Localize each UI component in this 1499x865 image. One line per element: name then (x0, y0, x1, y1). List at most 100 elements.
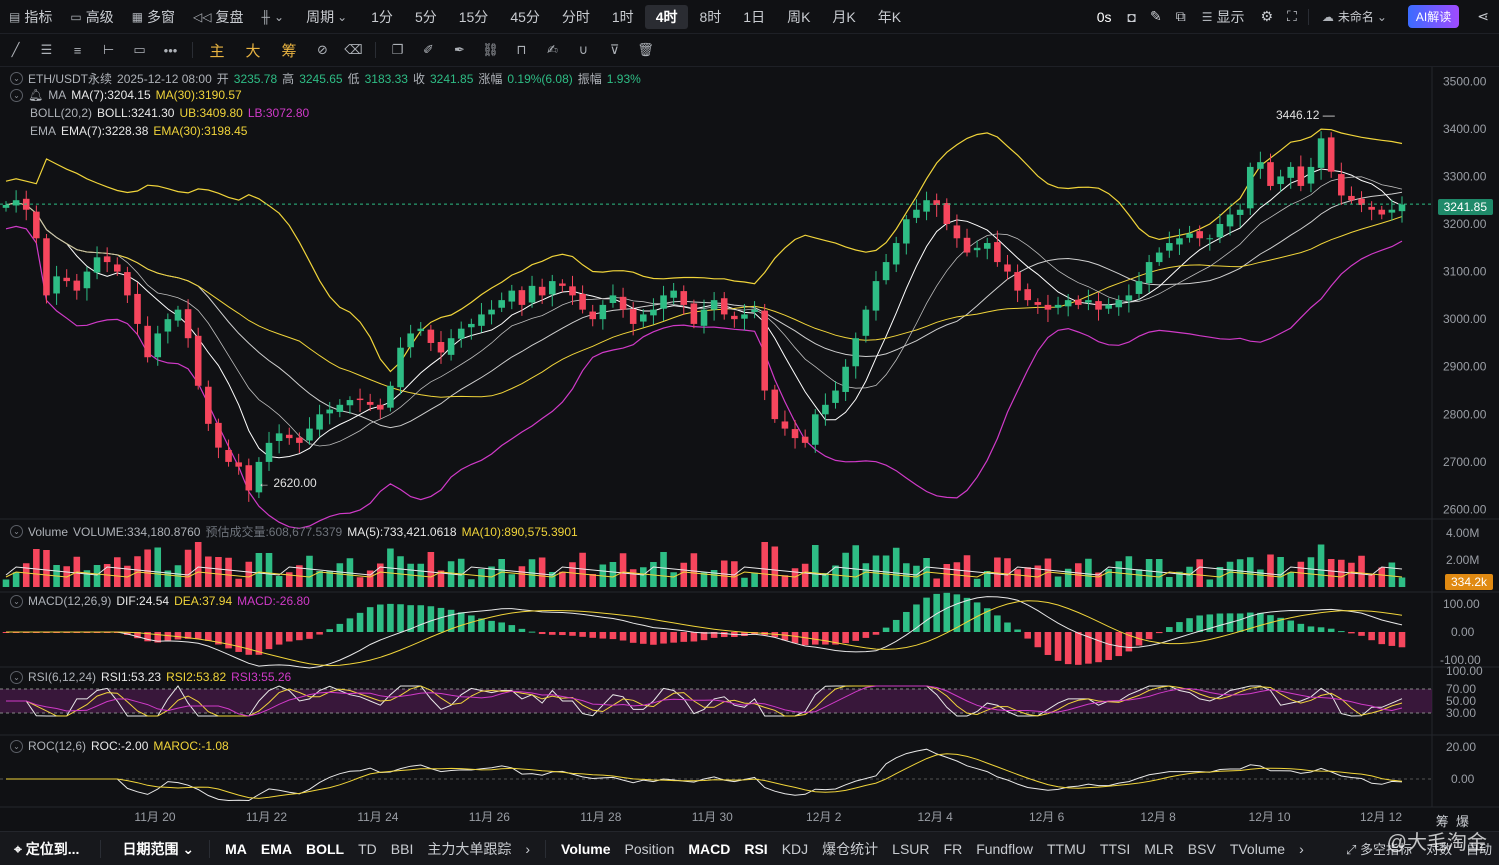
macd-histogram-bar (508, 625, 516, 632)
main-indicator-1[interactable]: EMA (254, 841, 299, 857)
sub-indicator-13[interactable]: TVolume (1223, 841, 1292, 857)
volume-bar (579, 552, 586, 587)
candle-body (761, 310, 768, 391)
highlighter-icon[interactable]: ✒ (444, 34, 475, 67)
sub-indicator-4[interactable]: KDJ (775, 841, 815, 857)
sub-indicator-2[interactable]: MACD (681, 841, 737, 857)
period-4[interactable]: 分时 (551, 5, 601, 29)
candle-body (316, 414, 323, 430)
sub-indicator-5[interactable]: 爆仓统计 (815, 839, 885, 859)
period-10[interactable]: 月K (821, 5, 866, 29)
copy-icon[interactable]: ❐ (382, 34, 413, 67)
period-11[interactable]: 年K (867, 5, 912, 29)
replay-button[interactable]: ◁◁ 复盘 (184, 0, 252, 34)
volume-bar (154, 547, 162, 587)
brush-icon[interactable]: ✐ (413, 34, 444, 67)
window-icon[interactable]: ⧉ (1169, 0, 1193, 34)
candle-body (943, 203, 951, 225)
sub-indicator-8[interactable]: Fundflow (969, 841, 1040, 857)
period-8[interactable]: 1日 (732, 5, 776, 29)
sub-indicator-6[interactable]: LSUR (885, 841, 936, 857)
chart-type-button[interactable]: ╫ ⌄ (253, 0, 298, 34)
link-icon[interactable]: ⛓ (475, 34, 506, 67)
period-0[interactable]: 1分 (360, 5, 404, 29)
display-button[interactable]: ☰ 显示 (1193, 0, 1254, 34)
candle-body (1317, 138, 1325, 168)
sub-indicator-0[interactable]: Volume (554, 841, 618, 857)
magnet-icon[interactable]: ∪ (568, 34, 599, 67)
trend-line-icon[interactable]: ╱ (0, 34, 31, 67)
pencil-icon[interactable]: ✎ (1143, 0, 1169, 34)
lock-icon[interactable]: ⊓ (506, 34, 537, 67)
layout-name-dropdown[interactable]: ☁ 未命名 ⌄ (1313, 0, 1400, 34)
collapse-icon[interactable]: ⌄ (10, 525, 23, 538)
ai-button[interactable]: AI解读 (1407, 5, 1460, 28)
main-indicator-5[interactable]: 主力大单跟踪 (420, 839, 518, 859)
main-indicator-0[interactable]: MA (218, 841, 254, 857)
sub-indicator-9[interactable]: TTMU (1040, 841, 1093, 857)
rectangle-icon[interactable]: ▭ (124, 34, 155, 67)
sub-indicator-11[interactable]: MLR (1137, 841, 1181, 857)
period-1[interactable]: 5分 (404, 5, 448, 29)
macd-histogram-bar (427, 606, 435, 632)
big-order-tool[interactable]: 大 (235, 34, 271, 67)
locate-to-button[interactable]: ⌖ 定位到... (0, 839, 86, 859)
volume-bar (690, 553, 698, 587)
horizontal-ray-icon[interactable]: ⊢ (93, 34, 124, 67)
chart-area[interactable]: 3500.00 3400.00 3300.00 3200.00 3100.00 3000.… (0, 67, 1499, 831)
period-7[interactable]: 8时 (688, 5, 732, 29)
candle-body (417, 328, 425, 332)
macd-histogram-bar (720, 632, 728, 638)
fullscreen-icon[interactable]: ⛶ (1280, 0, 1304, 34)
volume-bar (2, 579, 10, 587)
chevron-right-icon[interactable]: › (518, 841, 537, 857)
macd-histogram-bar (559, 632, 566, 636)
main-indicator-4[interactable]: BBI (384, 841, 421, 857)
collapse-icon[interactable]: ⌄ (10, 88, 23, 102)
main-indicator-3[interactable]: TD (351, 841, 384, 857)
indicator-button[interactable]: ▤ 指标 (0, 0, 61, 34)
rsi-band (0, 689, 1432, 713)
multi-window-button[interactable]: ▦ 多窗 (123, 0, 184, 34)
parallel-lines-icon[interactable]: ☰ (31, 34, 62, 67)
more-tools-icon[interactable]: ••• (155, 34, 186, 67)
date-range-dropdown[interactable]: 日期范围 ⌄ (115, 839, 201, 859)
period-2[interactable]: 15分 (448, 5, 500, 29)
trash-icon[interactable]: 🗑 (630, 34, 661, 67)
volume-bar (811, 545, 819, 587)
chevron-right-icon[interactable]: › (1292, 841, 1311, 857)
chips-tool[interactable]: 筹 (271, 34, 307, 67)
camera-icon[interactable]: ◘ (1121, 0, 1143, 34)
sub-indicator-3[interactable]: RSI (737, 841, 774, 857)
collapse-icon[interactable]: ⌄ (10, 594, 23, 608)
main-indicator-2[interactable]: BOLL (299, 841, 351, 857)
candle-body (366, 401, 374, 405)
macd-histogram-bar (1348, 632, 1355, 634)
hide-drawings-icon[interactable]: ⊘ (307, 34, 338, 67)
settings-icon[interactable]: ⚙ (1253, 0, 1280, 34)
candle-body (1277, 176, 1284, 185)
period-5[interactable]: 1时 (601, 5, 645, 29)
period-dropdown[interactable]: 周期 ⌄ (297, 0, 360, 34)
period-3[interactable]: 45分 (499, 5, 551, 29)
advanced-button[interactable]: ▭ 高级 (61, 0, 122, 34)
chart-canvas[interactable]: 3500.00 3400.00 3300.00 3200.00 3100.00 3000.… (0, 67, 1499, 831)
period-9[interactable]: 周K (776, 5, 821, 29)
bell-icon[interactable]: 🔔︎ (28, 88, 43, 102)
period-6[interactable]: 4时 (644, 4, 689, 29)
note-icon[interactable]: ✍ (537, 34, 568, 67)
sub-indicator-7[interactable]: FR (937, 841, 970, 857)
sub-indicator-10[interactable]: TTSI (1093, 841, 1137, 857)
eraser-tool-icon[interactable]: ⌫ (338, 34, 369, 67)
collapse-icon[interactable]: ⌄ (10, 670, 23, 684)
share-icon[interactable]: ⋖ (1467, 0, 1499, 34)
collapse-icon[interactable]: ⌄ (10, 72, 23, 85)
volume-bar (943, 564, 951, 587)
candle-body (700, 309, 708, 326)
sub-indicator-1[interactable]: Position (618, 841, 682, 857)
collapse-icon[interactable]: ⌄ (10, 739, 23, 753)
main-force-tool[interactable]: 主 (199, 34, 235, 67)
sub-indicator-12[interactable]: BSV (1181, 841, 1223, 857)
horizontal-lines-icon[interactable]: ≡ (62, 34, 93, 67)
filter-icon[interactable]: ⊽ (599, 34, 630, 67)
